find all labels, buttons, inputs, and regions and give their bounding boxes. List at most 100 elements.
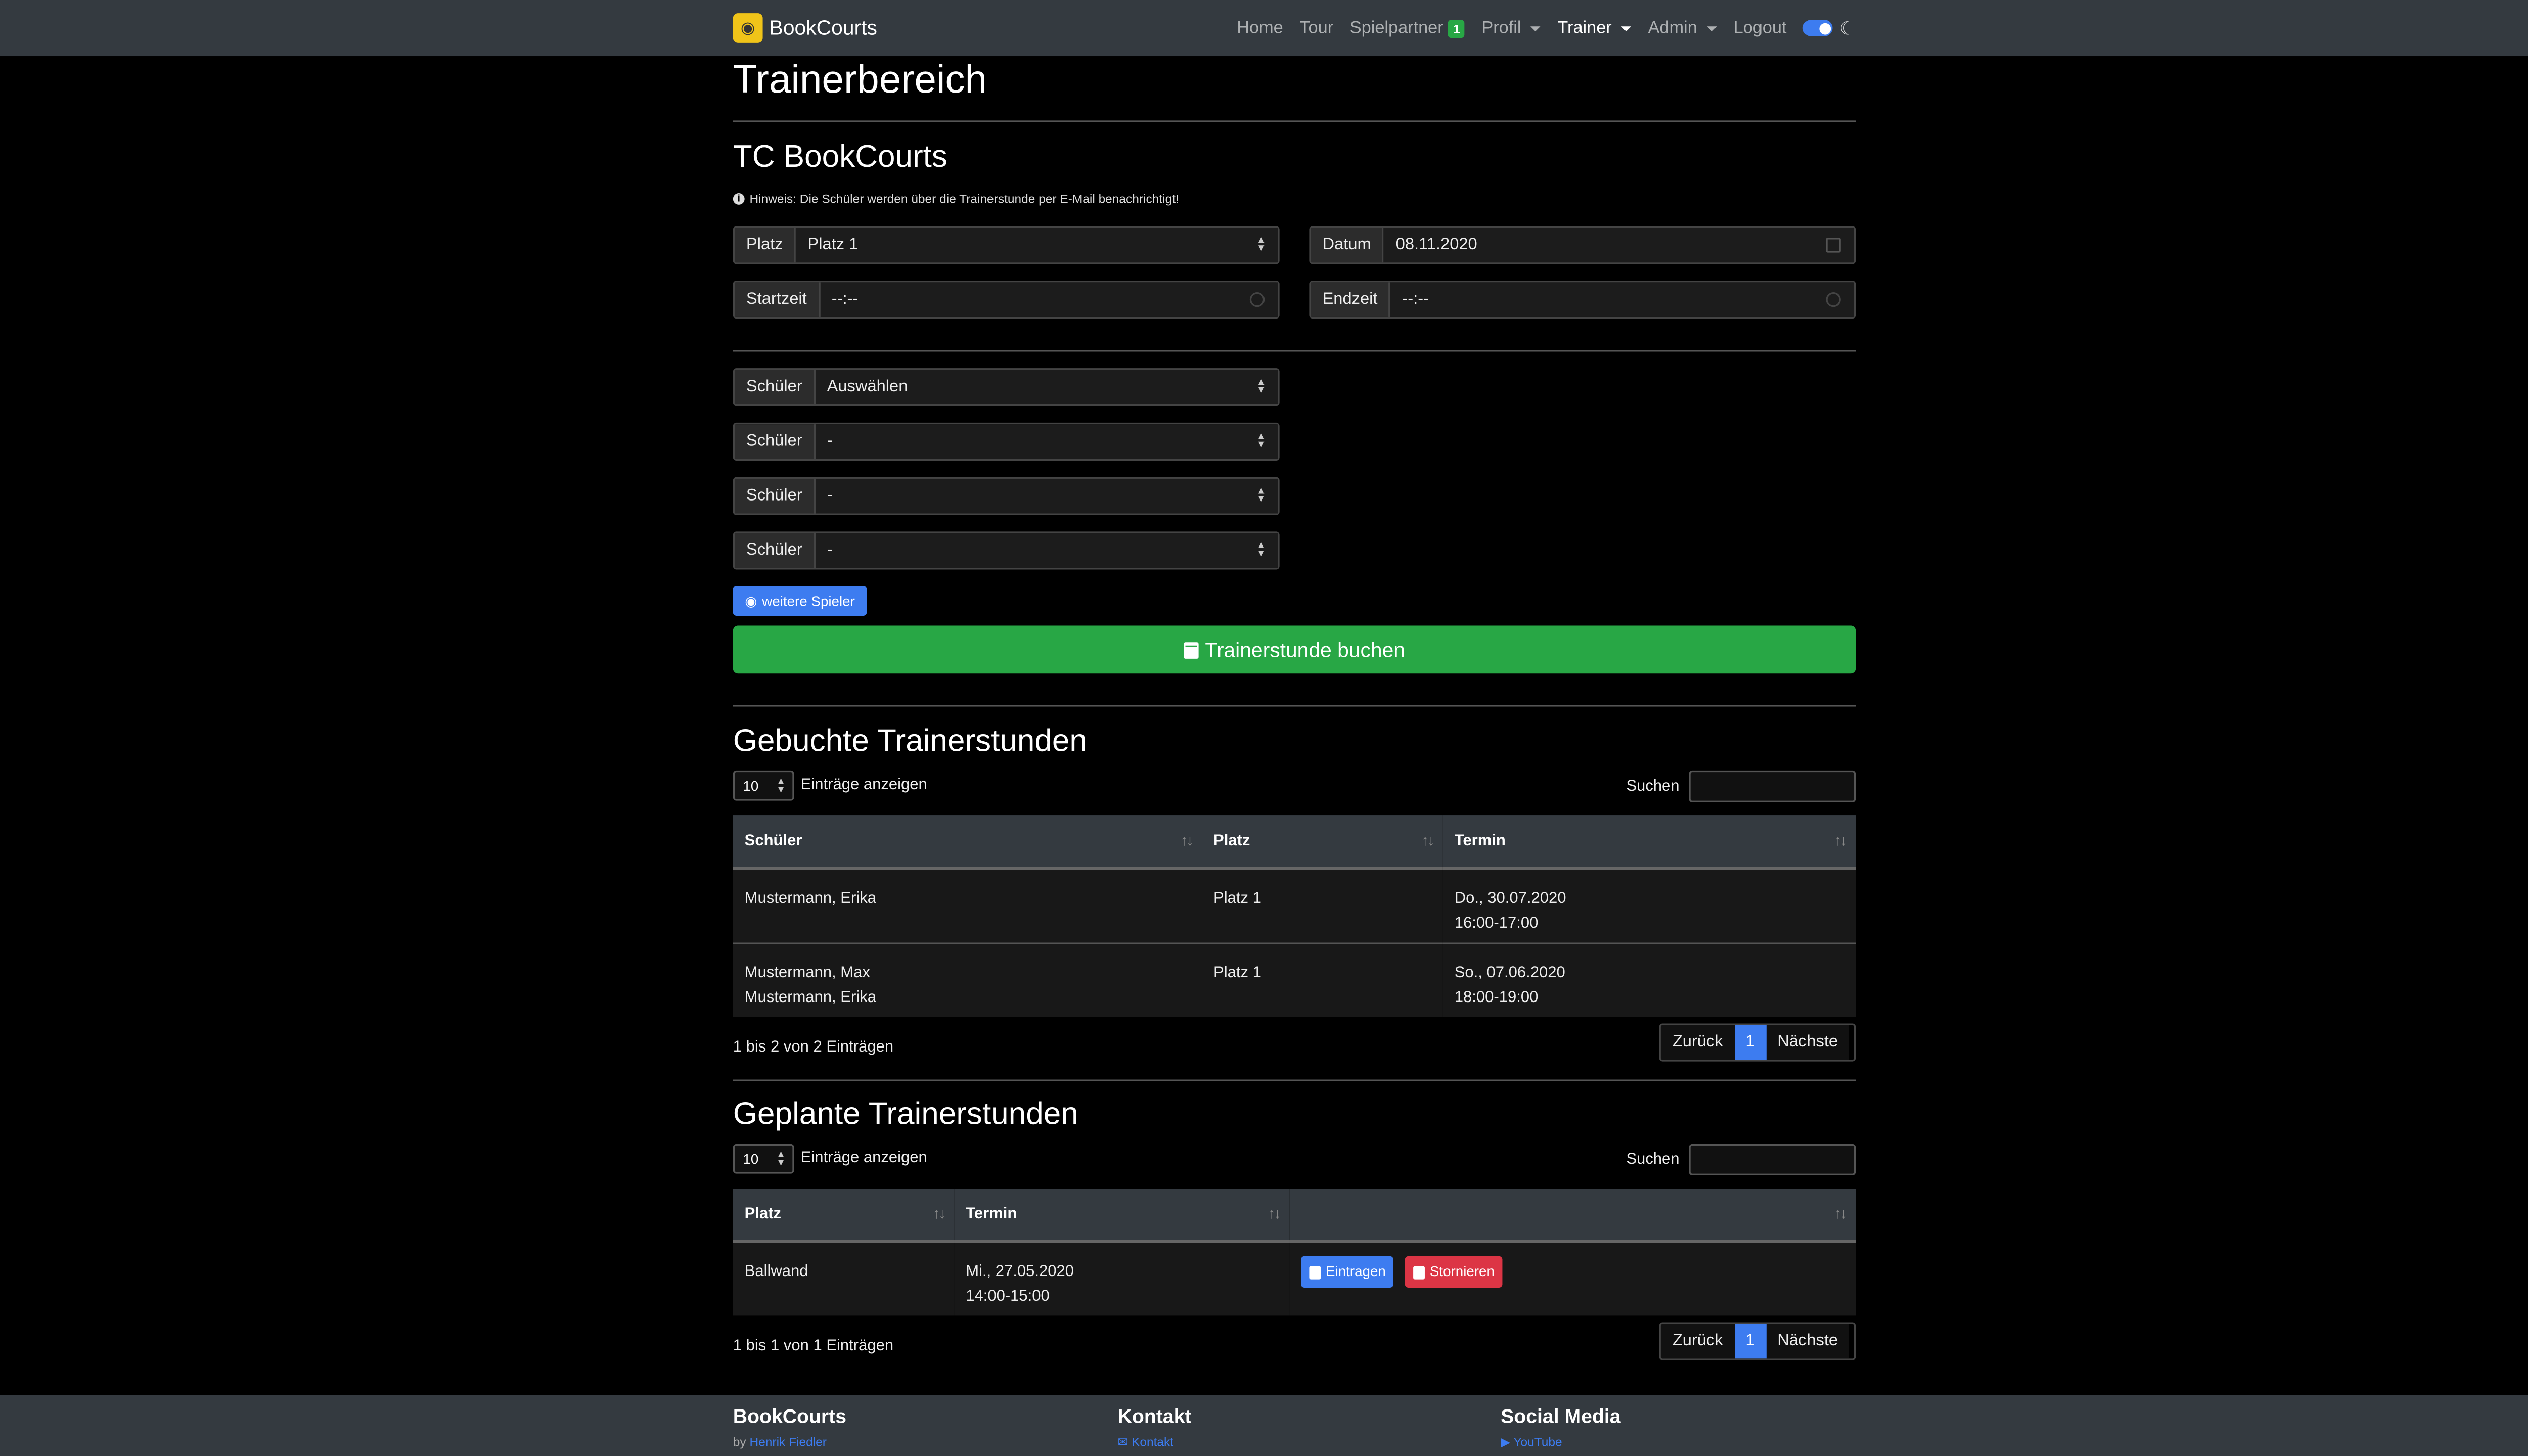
clock-icon[interactable] xyxy=(1249,292,1265,307)
select-arrows-icon: ▲ ▼ xyxy=(776,1150,786,1169)
table-row: Mustermann, Erika Platz 1 Do., 30.07.202… xyxy=(733,868,1856,943)
calendar-x-icon xyxy=(1413,1265,1425,1279)
platz-select[interactable]: Platz 1 ▲ ▼ xyxy=(796,228,1278,263)
column-header-termin[interactable]: Termin ↑↓ xyxy=(954,1189,1290,1243)
info-icon: i xyxy=(733,193,745,205)
caret-down-icon xyxy=(1621,25,1632,31)
calendar-icon[interactable] xyxy=(1826,238,1841,253)
booked-table: Schüler ↑↓ Platz ↑↓ Termin ↑↓ Mustermann, E… xyxy=(733,815,1856,1017)
startzeit-group: Startzeit --:-- xyxy=(733,281,1280,319)
datum-value: 08.11.2020 xyxy=(1395,236,1477,254)
select-arrows-icon: ▲ ▼ xyxy=(776,777,786,796)
platz-cell: Platz 1 xyxy=(1202,868,1443,943)
envelope-icon: ✉ xyxy=(1117,1434,1128,1449)
clock-icon[interactable] xyxy=(1826,292,1841,307)
club-title: TC BookCourts xyxy=(733,140,947,175)
student-select-group: Schüler - ▲ ▼ xyxy=(733,477,1280,515)
table-row: Mustermann, Max Mustermann, Erika Platz 1… xyxy=(733,941,1856,1017)
endzeit-input[interactable]: --:-- xyxy=(1390,282,1854,317)
more-players-button[interactable]: ◉ weitere Spieler xyxy=(733,586,867,616)
next-button[interactable]: Nächste xyxy=(1766,1025,1849,1060)
cancel-label: Stornieren xyxy=(1429,1262,1495,1280)
nav-trainer-label: Trainer xyxy=(1557,18,1612,38)
student-select-3[interactable]: - ▲ ▼ xyxy=(815,478,1278,514)
cancel-button[interactable]: Stornieren xyxy=(1405,1256,1503,1288)
student-name: Mustermann, Erika xyxy=(744,988,877,1007)
nav-admin-label: Admin xyxy=(1648,18,1697,38)
youtube-link-label: YouTube xyxy=(1513,1434,1562,1449)
student-value: - xyxy=(827,487,833,506)
search-label: Suchen xyxy=(1626,777,1680,796)
datum-label: Datum xyxy=(1311,228,1384,263)
nav-spielpartner-label: Spielpartner xyxy=(1349,18,1443,38)
length-label: Einträge anzeigen xyxy=(800,1149,927,1167)
nav-home[interactable]: Home xyxy=(1229,18,1291,38)
select-arrows-icon: ▲ ▼ xyxy=(1256,378,1267,396)
sort-icon: ↑↓ xyxy=(1268,1205,1281,1222)
brand-name: BookCourts xyxy=(769,16,877,40)
termin-time: 18:00-19:00 xyxy=(1454,988,1539,1007)
platz-value: Platz 1 xyxy=(807,236,859,254)
platz-cell: Platz 1 xyxy=(1202,941,1443,1017)
student-value: - xyxy=(827,541,833,560)
student-label: Schüler xyxy=(735,370,816,405)
youtube-link[interactable]: ▶ YouTube xyxy=(1501,1435,1562,1449)
student-value: Auswählen xyxy=(827,378,908,396)
select-arrows-icon: ▲ ▼ xyxy=(1256,541,1267,560)
termin-cell: Do., 30.07.2020 16:00-17:00 xyxy=(1442,868,1856,943)
student-select-2[interactable]: - ▲ ▼ xyxy=(815,424,1278,459)
author-link[interactable]: Henrik Fiedler xyxy=(750,1435,827,1449)
book-training-label: Trainerstunde buchen xyxy=(1205,638,1406,661)
column-header-termin[interactable]: Termin ↑↓ xyxy=(1442,815,1856,870)
student-select-4[interactable]: - ▲ ▼ xyxy=(815,533,1278,568)
length-value: 10 xyxy=(743,777,759,794)
student-cell: Mustermann, Max Mustermann, Erika xyxy=(733,941,1202,1017)
startzeit-value: --:-- xyxy=(831,290,859,309)
nav-profil-dropdown[interactable]: Profil xyxy=(1473,18,1549,38)
nav-trainer-dropdown[interactable]: Trainer xyxy=(1549,18,1640,38)
planned-search-input[interactable] xyxy=(1689,1144,1856,1175)
column-header-platz[interactable]: Platz ↑↓ xyxy=(1202,815,1443,870)
actions-cell: Eintragen Stornieren xyxy=(1289,1241,1856,1316)
startzeit-input[interactable]: --:-- xyxy=(820,282,1278,317)
contact-link[interactable]: ✉ Kontakt xyxy=(1118,1435,1173,1449)
page-1-button[interactable]: 1 xyxy=(1734,1025,1766,1060)
booked-search-input[interactable] xyxy=(1689,770,1856,802)
column-header-actions[interactable]: ↑↓ xyxy=(1289,1189,1856,1243)
planned-length-select[interactable]: 10 ▲ ▼ xyxy=(733,1144,794,1174)
sort-icon: ↑↓ xyxy=(1180,832,1194,849)
column-header-platz[interactable]: Platz ↑↓ xyxy=(733,1189,955,1243)
navbar: ◉ BookCourts Home Tour Spielpartner 1 Pr… xyxy=(0,0,2528,57)
student-label: Schüler xyxy=(735,424,816,459)
nav-tour[interactable]: Tour xyxy=(1291,18,1341,38)
nav-admin-dropdown[interactable]: Admin xyxy=(1640,18,1725,38)
footer-by: by xyxy=(733,1434,746,1449)
notification-badge: 1 xyxy=(1448,19,1465,37)
footer-title: Kontakt xyxy=(1117,1404,1192,1428)
prev-button[interactable]: Zurück xyxy=(1660,1025,1735,1060)
datum-input[interactable]: 08.11.2020 xyxy=(1384,228,1854,263)
prev-button[interactable]: Zurück xyxy=(1660,1324,1735,1359)
brand[interactable]: ◉ BookCourts xyxy=(733,13,877,43)
footer-col-brand: BookCourts by Henrik Fiedler xyxy=(733,1405,846,1449)
booked-title: Gebuchte Trainerstunden xyxy=(733,724,1087,760)
enter-button[interactable]: Eintragen xyxy=(1301,1256,1394,1288)
student-select-1[interactable]: Auswählen ▲ ▼ xyxy=(815,370,1278,405)
planned-info: 1 bis 1 von 1 Einträgen xyxy=(733,1337,894,1355)
endzeit-group: Endzeit --:-- xyxy=(1309,281,1856,319)
student-value: - xyxy=(827,432,833,451)
planned-table: Platz ↑↓ Termin ↑↓ ↑↓ Ballwand Mi., 27.05.… xyxy=(733,1189,1856,1316)
nav-spielpartner[interactable]: Spielpartner 1 xyxy=(1341,18,1473,38)
booked-length-select[interactable]: 10 ▲ ▼ xyxy=(733,770,794,801)
termin-cell: So., 07.06.2020 18:00-19:00 xyxy=(1442,941,1856,1017)
next-button[interactable]: Nächste xyxy=(1766,1324,1849,1359)
column-header-schueler[interactable]: Schüler ↑↓ xyxy=(733,815,1202,870)
page-1-button[interactable]: 1 xyxy=(1734,1324,1766,1359)
search-label: Suchen xyxy=(1626,1150,1680,1169)
termin-date: Mi., 27.05.2020 xyxy=(966,1262,1074,1281)
dark-mode-toggle[interactable] xyxy=(1803,20,1833,36)
book-training-button[interactable]: Trainerstunde buchen xyxy=(733,625,1856,674)
notice-text: Hinweis: Die Schüler werden über die Tra… xyxy=(749,191,1179,207)
contact-link-label: Kontakt xyxy=(1132,1434,1174,1449)
nav-logout[interactable]: Logout xyxy=(1725,18,1795,38)
